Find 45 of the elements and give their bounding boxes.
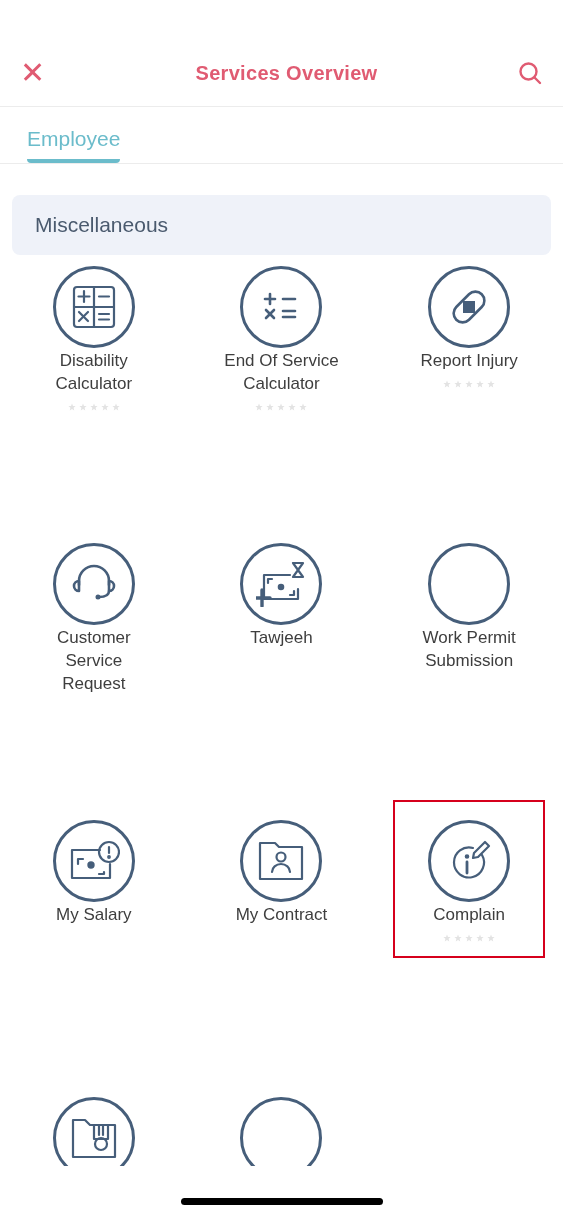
rating-star-icon [100, 403, 109, 411]
service-item[interactable]: Complain [393, 800, 546, 958]
rating-star-icon [487, 934, 496, 942]
service-label: Disability Calculator [54, 350, 134, 395]
rating-star-icon [89, 403, 98, 411]
rating-star-icon [487, 380, 496, 388]
rating-star-icon [299, 403, 308, 411]
rating-star-icon [277, 403, 286, 411]
rating-star-icon [266, 403, 275, 411]
service-item[interactable]: Tawjeeh [205, 523, 358, 681]
close-button[interactable]: ✕ [20, 58, 56, 88]
service-item[interactable]: My Salary [17, 800, 170, 958]
service-label: My Salary [55, 904, 133, 926]
service-label: End Of Service Calculator [223, 350, 340, 395]
service-item[interactable]: Disability Calculator [17, 255, 170, 419]
rating-star-icon [288, 403, 297, 411]
rating-star-icon [443, 934, 452, 942]
money-hourglass-icon [256, 561, 307, 607]
page-title: Services Overview [195, 61, 378, 86]
rating-star-icon [465, 934, 474, 942]
rating-star-icon [476, 380, 485, 388]
service-label: My Contract [234, 904, 329, 926]
service-label: Work Permit Submission [421, 627, 517, 672]
section-header: Miscellaneous [12, 195, 551, 255]
service-item[interactable]: Customer Service Request [17, 523, 170, 703]
service-item[interactable]: End Of Service Calculator [205, 255, 358, 419]
service-label: Complain [432, 904, 507, 926]
rating-star-icon [476, 934, 485, 942]
service-label: Report Injury [419, 350, 519, 372]
service-item[interactable]: My Contract [205, 800, 358, 958]
rating-star-icon [454, 934, 463, 942]
rating-star-icon [255, 403, 264, 411]
service-item[interactable]: Report Injury [393, 255, 546, 404]
folder-person-icon [257, 840, 306, 882]
service-label: Customer Service Request [56, 627, 132, 695]
rating-star-icon [78, 403, 87, 411]
rating-star-icon [111, 403, 120, 411]
service-item[interactable]: Work Permit Submission [393, 523, 546, 681]
rating-star-icon [454, 380, 463, 388]
search-icon[interactable] [517, 60, 543, 86]
rating-star-icon [67, 403, 76, 411]
rating-star-icon [443, 380, 452, 388]
service-label: Tawjeeh [249, 627, 314, 649]
rating-star-icon [465, 380, 474, 388]
folder-medal-icon [69, 1117, 118, 1159]
